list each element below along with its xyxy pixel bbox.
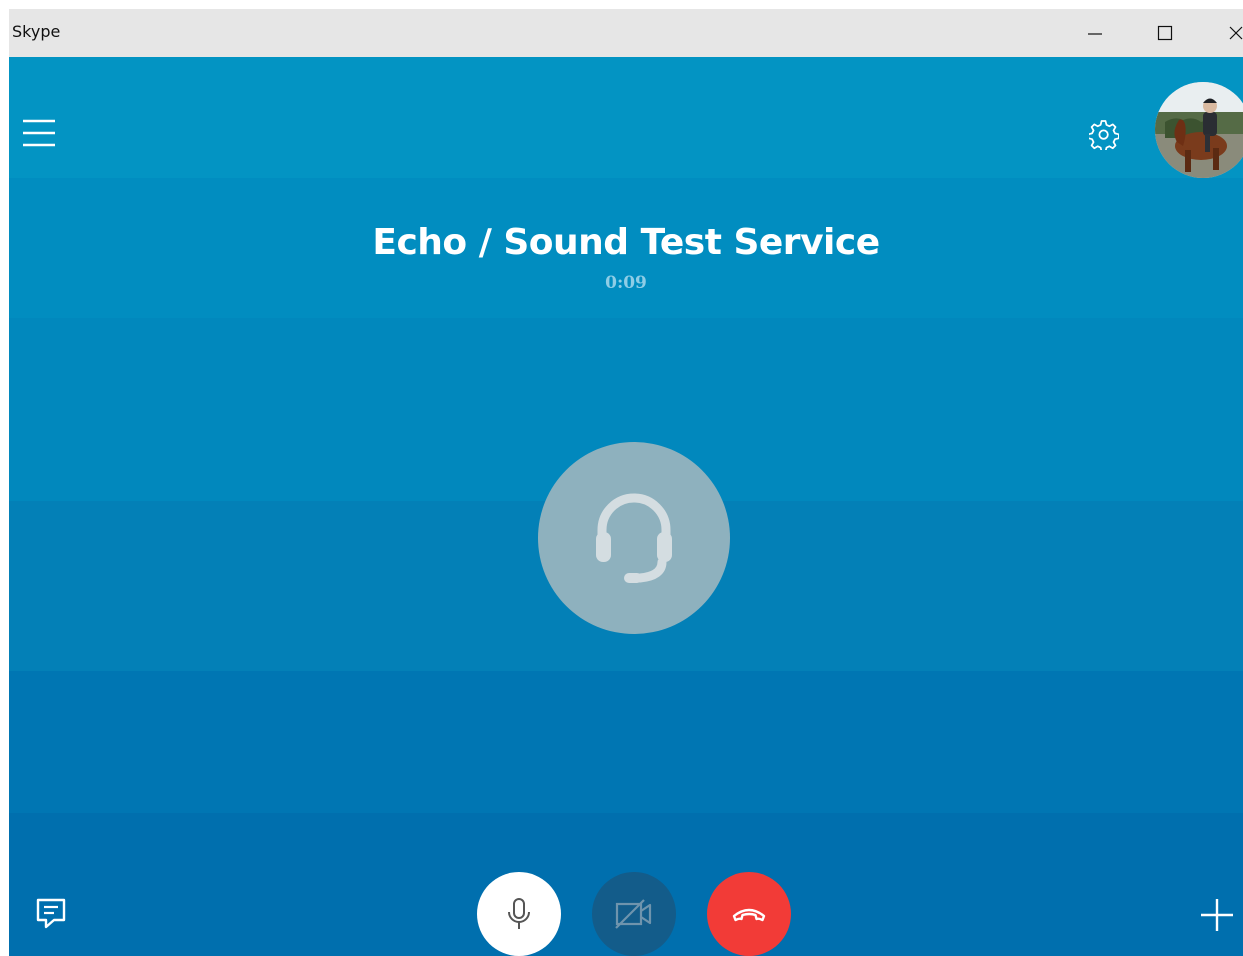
background-band — [9, 671, 1243, 813]
call-screen: Echo / Sound Test Service 0:09 — [9, 57, 1243, 956]
title-bar: Skype — [9, 9, 1243, 57]
plus-icon — [1201, 899, 1233, 931]
minimize-button[interactable] — [1067, 9, 1123, 57]
window-title: Skype — [12, 22, 61, 41]
minimize-icon — [1088, 33, 1102, 35]
hang-up-button[interactable] — [707, 872, 791, 956]
maximize-button[interactable] — [1137, 9, 1193, 57]
contact-name: Echo / Sound Test Service — [372, 222, 880, 263]
menu-button[interactable] — [19, 111, 59, 155]
background-band — [9, 57, 1243, 178]
video-button[interactable] — [592, 872, 676, 956]
mute-button[interactable] — [477, 872, 561, 956]
maximize-icon — [1157, 25, 1173, 41]
skype-window: Skype Echo / Sound Test Service 0:09 — [0, 0, 1243, 956]
chat-icon — [36, 898, 66, 929]
headset-icon — [596, 493, 672, 583]
video-off-icon — [615, 899, 652, 929]
add-participant-button[interactable] — [1195, 893, 1239, 937]
chat-button[interactable] — [29, 891, 73, 935]
close-button[interactable] — [1208, 9, 1243, 57]
contact-avatar — [538, 442, 730, 634]
call-duration: 0:09 — [605, 273, 647, 293]
close-icon — [1229, 26, 1243, 40]
profile-photo — [1155, 82, 1243, 178]
hamburger-menu-icon — [23, 119, 55, 147]
settings-button[interactable] — [1083, 114, 1125, 156]
microphone-icon — [508, 898, 530, 929]
hang-up-icon — [732, 908, 766, 922]
gear-icon — [1089, 120, 1119, 150]
profile-avatar[interactable] — [1155, 82, 1243, 178]
